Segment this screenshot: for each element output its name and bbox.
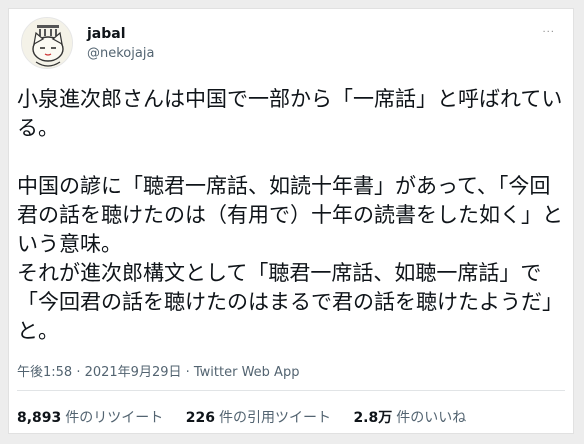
stats-divider bbox=[17, 390, 565, 391]
quotes-stat[interactable]: 226 件の引用ツイート bbox=[186, 407, 331, 427]
likes-count: 2.8万 bbox=[353, 410, 393, 426]
tweet-header: jabal @nekojaja ··· bbox=[17, 17, 557, 73]
retweets-label: 件のリツイート bbox=[65, 410, 164, 426]
avatar[interactable] bbox=[21, 17, 73, 69]
cat-avatar-icon bbox=[22, 18, 72, 68]
tweet-card: jabal @nekojaja ··· 小泉進次郎さんは中国で一部から「一席話」… bbox=[8, 8, 574, 434]
quotes-count: 226 bbox=[185, 410, 215, 426]
more-dots-icon[interactable]: ··· bbox=[542, 27, 555, 38]
tweet-text: 小泉進次郎さんは中国で一部から「一席話」と呼ばれている。 中国の諺に「聴君一席話… bbox=[17, 87, 563, 343]
retweets-count: 8,893 bbox=[17, 410, 62, 426]
tweet-timestamp[interactable]: 午後1:58 · 2021年9月29日 · Twitter Web App bbox=[17, 361, 299, 380]
likes-stat[interactable]: 2.8万 件のいいね bbox=[353, 407, 466, 427]
user-handle[interactable]: @nekojaja bbox=[87, 46, 154, 61]
retweets-stat[interactable]: 8,893 件のリツイート bbox=[17, 407, 163, 427]
likes-label: 件のいいね bbox=[396, 410, 467, 426]
tweet-stats: 8,893 件のリツイート 226 件の引用ツイート 2.8万 件のいいね bbox=[17, 407, 484, 427]
display-name[interactable]: jabal bbox=[87, 26, 126, 42]
quotes-label: 件の引用ツイート bbox=[218, 410, 331, 426]
